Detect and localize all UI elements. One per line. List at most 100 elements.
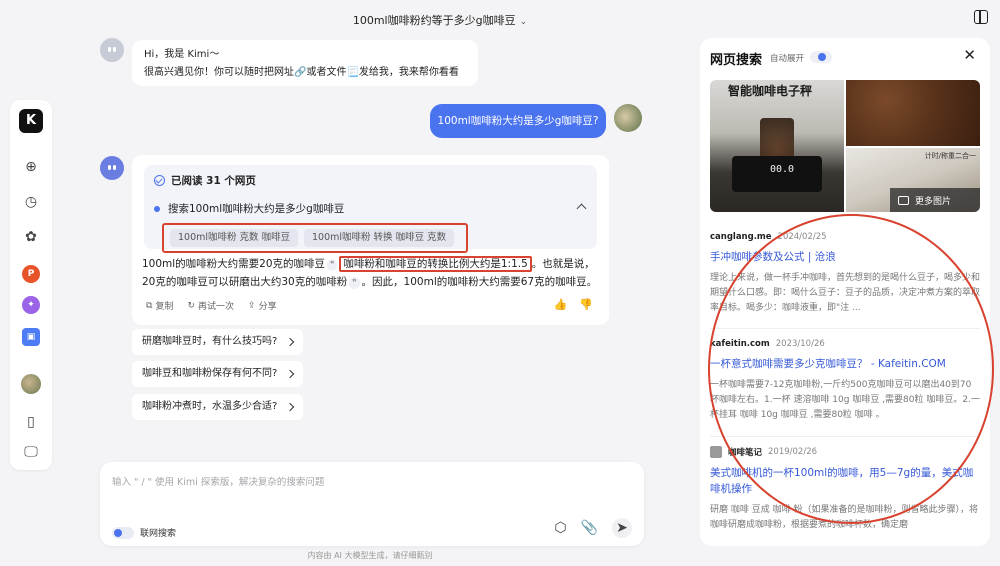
retry-button[interactable]: ↻ 再试一次	[187, 299, 235, 313]
read-status[interactable]: 已阅读 31 个网页	[154, 173, 256, 188]
divider	[710, 436, 980, 437]
result-snippet: 一杯咖啡需要7-12克咖啡粉,一斤约500克咖啡豆可以磨出40到70杯咖啡左右。…	[710, 380, 980, 420]
feedback-buttons: 👍 👎	[554, 298, 593, 311]
new-chat-icon[interactable]: ⊕	[22, 158, 40, 176]
panel-title: 网页搜索	[710, 53, 763, 68]
desktop-app-icon[interactable]: 🖵	[22, 443, 40, 461]
copy-label: 复制	[155, 302, 174, 312]
result-title[interactable]: 美式咖啡机的一杯100ml的咖啡，用5—7g的量，美式咖啡机操作	[710, 465, 980, 497]
explore-icon[interactable]: ✿	[22, 228, 40, 246]
site-favicon-icon	[710, 446, 722, 458]
suggestion-text: 咖啡豆和咖啡粉保存有何不同?	[142, 368, 278, 379]
greeting-line-1: Hi，我是 Kimi～	[144, 49, 220, 60]
result-meta: kafeitin.com 2023/10/26	[710, 339, 980, 349]
more-images-button[interactable]: 更多图片	[890, 188, 980, 212]
search-query: 搜索100ml咖啡粉大约是多少g咖啡豆	[154, 201, 344, 216]
disclaimer-text: 内容由 AI 大模型生成，请仔细甄别	[307, 551, 433, 560]
search-result[interactable]: 咖啡笔记 2019/02/26 美式咖啡机的一杯100ml的咖啡，用5—7g的量…	[710, 446, 980, 533]
result-title[interactable]: 一杯意式咖啡需要多少克咖啡豆？ - Kafeitin.COM	[710, 356, 980, 372]
chevron-right-icon	[286, 337, 295, 347]
suggested-question[interactable]: 咖啡粉冲煮时，水温多少合适?	[132, 394, 304, 420]
result-snippet: 研磨 咖啡 豆成 咖啡 粉（如果准备的是咖啡粉，则省略此步骤），将咖啡研磨成咖啡…	[710, 505, 978, 530]
refresh-icon: ↻	[187, 300, 195, 311]
search-result[interactable]: kafeitin.com 2023/10/26 一杯意式咖啡需要多少克咖啡豆？ …	[710, 339, 980, 423]
result-date: 2024/02/25	[777, 232, 827, 242]
result-site: canglang.me	[710, 232, 772, 242]
result-site: 咖啡笔记	[728, 448, 763, 458]
citation-icon[interactable]: ❞	[327, 259, 338, 271]
result-date: 2019/02/26	[768, 447, 818, 457]
chevron-up-icon[interactable]	[576, 203, 587, 214]
web-search-panel: 网页搜索 自动展开 ✕ 智能咖啡电子秤 00.0 计时/称重二合一 更多图片 c…	[700, 38, 990, 546]
thumbs-down-icon[interactable]: 👎	[579, 298, 593, 311]
conversation-title[interactable]: 100ml咖啡粉约等于多少g咖啡豆 ⌄	[270, 12, 610, 28]
result-snippet: 理论上来说，做一杯手冲咖啡，首先想到的是喝什么豆子，喝多少和期望什么口感。即：喝…	[710, 273, 981, 313]
answer-sentence-1: 100ml的咖啡粉大约需要20克的咖啡豆	[142, 258, 326, 270]
auto-expand-toggle[interactable]	[810, 51, 832, 63]
auto-expand-label: 自动展开	[770, 54, 805, 64]
chat-input-placeholder[interactable]: 输入 " / " 使用 Kimi 探索版，解决复杂的搜索问题	[112, 474, 324, 488]
share-label: 分享	[258, 302, 277, 312]
greeting-message: Hi，我是 Kimi～ 很高兴遇见你！你可以随时把网址🔗或者文件📃发给我，我来帮…	[132, 40, 478, 86]
suggested-question[interactable]: 咖啡豆和咖啡粉保存有何不同?	[132, 361, 304, 387]
image-caption: 智能咖啡电子秤	[728, 84, 813, 98]
result-date: 2023/10/26	[775, 339, 825, 349]
search-image-scale[interactable]: 智能咖啡电子秤 00.0	[710, 80, 844, 212]
result-site: kafeitin.com	[710, 339, 770, 349]
kimi-avatar	[100, 38, 124, 62]
history-icon[interactable]: ◷	[22, 193, 40, 211]
thumbs-up-icon[interactable]: 👍	[554, 298, 568, 311]
suggestion-text: 咖啡粉冲煮时，水温多少合适?	[142, 401, 278, 412]
chevron-right-icon	[286, 369, 295, 379]
chevron-right-icon	[286, 402, 295, 412]
check-circle-icon	[154, 175, 165, 186]
bullet-dot-icon	[154, 205, 160, 212]
divider	[710, 328, 980, 329]
cube-icon[interactable]: ⬡	[554, 520, 566, 536]
paperclip-icon[interactable]: 📎	[581, 520, 598, 536]
toggle-switch-icon[interactable]	[112, 526, 134, 539]
left-rail: K ⊕ ◷ ✿ P ✦ ▣ ▯ 🖵	[10, 100, 52, 470]
copy-icon: ⧉	[146, 300, 153, 311]
result-meta: canglang.me 2024/02/25	[710, 232, 980, 242]
kimi-avatar	[100, 156, 124, 180]
citation-icon[interactable]: ❞	[349, 277, 360, 289]
kimi-logo[interactable]: K	[19, 109, 43, 133]
chevron-down-icon: ⌄	[519, 17, 528, 27]
read-status-text: 已阅读 31 个网页	[171, 175, 256, 187]
keyword-chip[interactable]: 100ml咖啡粉 克数 咖啡豆	[170, 229, 299, 247]
result-title[interactable]: 手冲咖啡参数及公式 | 沧浪	[710, 249, 980, 265]
user-message-bubble: 100ml咖啡粉大约是多少g咖啡豆?	[430, 104, 606, 138]
search-image-beans[interactable]	[846, 80, 980, 146]
scale-display: 00.0	[770, 164, 795, 175]
search-query-text: 搜索100ml咖啡粉大约是多少g咖啡豆	[168, 203, 345, 215]
more-images-label: 更多图片	[915, 196, 952, 207]
user-profile-avatar[interactable]	[21, 374, 41, 394]
close-icon[interactable]: ✕	[963, 46, 976, 64]
send-button[interactable]: ➤	[612, 518, 632, 538]
keyword-chip[interactable]: 100ml咖啡粉 转换 咖啡豆 克数	[304, 229, 455, 247]
share-button[interactable]: ⇪ 分享	[248, 299, 277, 313]
share-icon: ⇪	[248, 300, 256, 311]
suggested-question[interactable]: 研磨咖啡豆时，有什么技巧吗?	[132, 329, 304, 355]
search-result[interactable]: canglang.me 2024/02/25 手冲咖啡参数及公式 | 沧浪 理论…	[710, 232, 980, 316]
answer-actions: ⧉ 复制 ↻ 再试一次 ⇪ 分享	[146, 299, 277, 313]
highlighted-ratio-sentence: 咖啡粉和咖啡豆的转换比例大约是1:1.5	[339, 256, 532, 272]
web-search-toggle[interactable]: 联网搜索	[112, 526, 176, 539]
blue-app-icon[interactable]: ▣	[22, 328, 40, 346]
user-avatar	[614, 104, 642, 132]
image-tag: 计时/称重二合一	[924, 152, 976, 160]
purple-app-icon[interactable]: ✦	[22, 296, 40, 314]
ppt-assistant-icon[interactable]: P	[22, 265, 40, 283]
image-icon	[898, 195, 909, 205]
answer-sentence-3: 。因此，100ml的咖啡粉大约需要67克的咖啡豆。	[361, 276, 598, 288]
greeting-line-2: 很高兴遇见你！你可以随时把网址🔗或者文件📃发给我，我来帮你看看	[144, 67, 459, 78]
mobile-app-icon[interactable]: ▯	[22, 413, 40, 431]
copy-button[interactable]: ⧉ 复制	[146, 299, 174, 313]
input-tools: ⬡ 📎 ➤	[554, 518, 632, 538]
chat-input-box[interactable]: 输入 " / " 使用 Kimi 探索版，解决复杂的搜索问题 联网搜索 ⬡ 📎 …	[100, 462, 644, 546]
sidebar-toggle-icon[interactable]	[974, 10, 988, 24]
retry-label: 再试一次	[198, 302, 235, 312]
suggestion-text: 研磨咖啡豆时，有什么技巧吗?	[142, 336, 278, 347]
search-summary-box: 已阅读 31 个网页 搜索100ml咖啡粉大约是多少g咖啡豆 100ml咖啡粉 …	[144, 165, 597, 253]
